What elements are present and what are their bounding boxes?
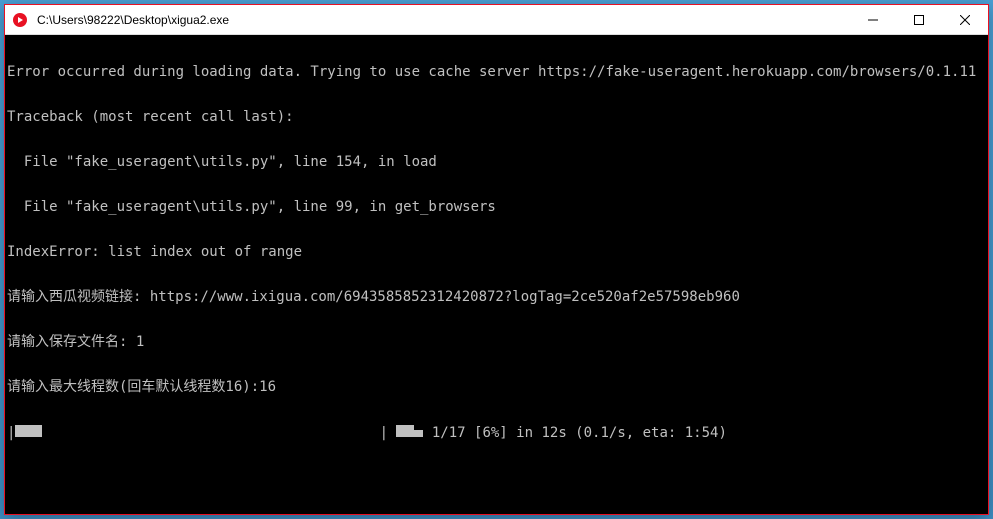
console-output[interactable]: Error occurred during loading data. Tryi… [5, 35, 988, 514]
window-title: C:\Users\98222\Desktop\xigua2.exe [35, 13, 850, 27]
console-line: File "fake_useragent\utils.py", line 154… [7, 155, 986, 170]
app-icon [5, 5, 35, 35]
titlebar[interactable]: C:\Users\98222\Desktop\xigua2.exe [5, 5, 988, 35]
console-line: Error occurred during loading data. Tryi… [7, 65, 986, 80]
console-line: File "fake_useragent\utils.py", line 99,… [7, 200, 986, 215]
console-line: IndexError: list index out of range [7, 245, 986, 260]
maximize-button[interactable] [896, 5, 942, 34]
console-line: 请输入西瓜视频链接: https://www.ixigua.com/694358… [7, 290, 986, 305]
console-line: 请输入最大线程数(回车默认线程数16):16 [7, 380, 986, 395]
app-window: C:\Users\98222\Desktop\xigua2.exe Error … [4, 4, 989, 515]
console-line: 请输入保存文件名: 1 [7, 335, 986, 350]
close-button[interactable] [942, 5, 988, 34]
console-line: Traceback (most recent call last): [7, 110, 986, 125]
progress-line: | | 1/17 [6%] in 12s (0.1/s, eta: 1:54) [7, 425, 986, 441]
progress-gap [42, 425, 379, 441]
progress-text: 1/17 [6%] in 12s (0.1/s, eta: 1:54) [423, 425, 726, 441]
window-controls [850, 5, 988, 34]
progress-bar-left: | [7, 425, 42, 441]
progress-bar-mid: | [380, 425, 424, 441]
minimize-button[interactable] [850, 5, 896, 34]
